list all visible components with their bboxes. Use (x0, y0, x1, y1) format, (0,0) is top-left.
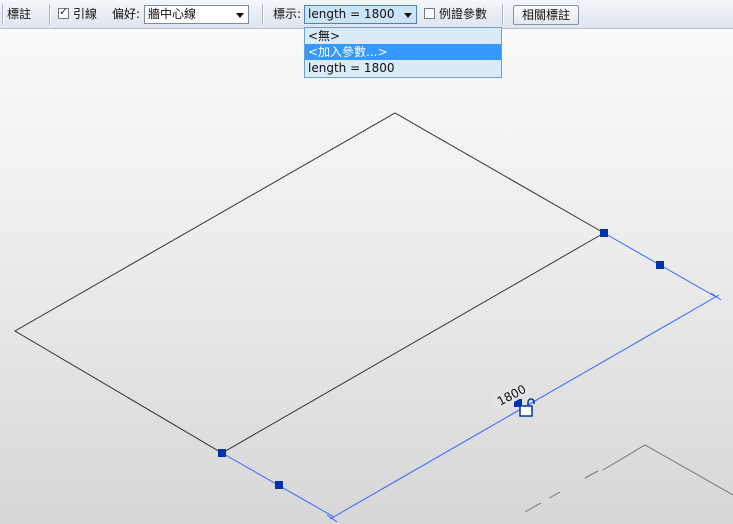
grip-handle[interactable] (656, 261, 664, 269)
lock-icon[interactable] (519, 398, 535, 417)
dropdown-option-length[interactable]: length = 1800 (305, 60, 501, 76)
background-geometry (584, 470, 599, 479)
background-geometry (524, 491, 561, 513)
dropdown-option-none[interactable]: <無> (305, 28, 501, 44)
drawing-svg: 1800 (14, 112, 733, 523)
grip-handle[interactable] (600, 229, 608, 237)
background-geometry (602, 444, 733, 496)
grip-handle[interactable] (275, 481, 283, 489)
grip-handle[interactable] (218, 449, 226, 457)
dropdown-option-add-parameter[interactable]: <加入參數...> (305, 44, 501, 60)
display-dropdown-list[interactable]: <無> <加入參數...> length = 1800 (304, 27, 502, 78)
